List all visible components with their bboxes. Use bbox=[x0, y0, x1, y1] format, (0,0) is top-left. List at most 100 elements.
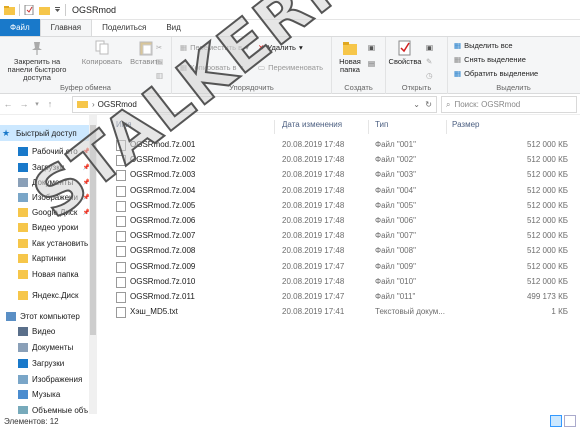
table-row[interactable]: OGSRmod.7z.007 20.08.2019 17:48 Файл "007"… bbox=[98, 229, 580, 244]
sidebar-item[interactable]: Новая папка bbox=[0, 266, 96, 282]
document-icon bbox=[18, 342, 28, 352]
back-button[interactable]: ← bbox=[0, 99, 16, 109]
sidebar-item[interactable]: Загрузки bbox=[0, 355, 96, 371]
tab-share[interactable]: Поделиться bbox=[92, 20, 156, 36]
sidebar-item[interactable]: Изображения bbox=[0, 371, 96, 387]
folder-icon bbox=[77, 99, 88, 110]
tab-home[interactable]: Главная bbox=[39, 19, 93, 36]
column-header-date[interactable]: Дата изменения bbox=[282, 120, 342, 135]
sidebar-item[interactable]: Загрузки 📌 bbox=[0, 159, 96, 175]
cell-name: OGSRmod.7z.011 bbox=[130, 292, 195, 301]
sidebar-item[interactable]: Документы bbox=[0, 339, 96, 355]
sidebar-item-label: Документы bbox=[32, 342, 74, 352]
cell-size: 512 000 КБ bbox=[526, 170, 568, 180]
sidebar-item[interactable]: Google Диск 📌 bbox=[0, 204, 96, 220]
cube-icon bbox=[18, 405, 28, 414]
column-header-name[interactable]: Имя bbox=[116, 120, 132, 135]
cell-type: Файл "010" bbox=[375, 276, 416, 286]
sidebar-item[interactable]: Музыка bbox=[0, 386, 96, 402]
chevron-down-icon[interactable]: ⌄ bbox=[413, 100, 420, 109]
create-group: Новая папка ▣ ▤ Создать bbox=[332, 37, 386, 94]
cell-type: Файл "001" bbox=[375, 140, 416, 149]
copy-to-button[interactable]: ▦ Копировать в ▾ bbox=[180, 63, 243, 72]
sidebar-item[interactable]: Объемные объ bbox=[0, 402, 96, 414]
address-bar-row: ← → ▾ ↑ › OGSRmod ⌄ ↻ ⌕ Поиск: OGSRmod bbox=[0, 94, 580, 115]
sidebar-item[interactable]: ★ Быстрый доступ bbox=[0, 125, 96, 141]
column-header-size[interactable]: Размер bbox=[452, 120, 480, 135]
select-all-button[interactable]: ▦ Выделить все bbox=[454, 41, 513, 50]
cell-size: 512 000 КБ bbox=[526, 216, 568, 225]
video-icon bbox=[18, 326, 28, 336]
table-row[interactable]: OGSRmod.7z.003 20.08.2019 17:48 Файл "003"… bbox=[98, 168, 580, 183]
sidebar-item[interactable]: Документы 📌 bbox=[0, 174, 96, 190]
search-input[interactable]: ⌕ Поиск: OGSRmod bbox=[441, 96, 577, 113]
cell-size: 512 000 КБ bbox=[526, 246, 568, 256]
cell-type: Файл "005" bbox=[375, 200, 416, 210]
sidebar-item[interactable]: Этот компьютер bbox=[0, 308, 96, 324]
address-bar[interactable]: › OGSRmod ⌄ ↻ bbox=[72, 96, 437, 113]
refresh-icon[interactable]: ↻ bbox=[425, 100, 432, 109]
computer-icon bbox=[6, 311, 16, 321]
table-row[interactable]: OGSRmod.7z.009 20.08.2019 17:47 Файл "009"… bbox=[98, 260, 580, 275]
sidebar-item[interactable]: Картинки bbox=[0, 250, 96, 266]
column-header-type[interactable]: Тип bbox=[375, 120, 388, 135]
copy-button[interactable]: Копировать bbox=[80, 40, 124, 66]
cell-type: Файл "004" bbox=[375, 185, 416, 195]
details-view-button[interactable] bbox=[550, 415, 562, 427]
move-to-button[interactable]: ▦ Переместить в ▾ bbox=[180, 43, 249, 52]
large-icons-view-button[interactable] bbox=[564, 415, 576, 427]
cell-size: 499 173 КБ bbox=[526, 292, 568, 301]
sidebar-item[interactable]: Видео уроки bbox=[0, 219, 96, 235]
desktop-icon bbox=[18, 146, 28, 156]
edit-button[interactable]: ✎ bbox=[426, 57, 432, 66]
table-row[interactable]: OGSRmod.7z.011 20.08.2019 17:47 Файл "011"… bbox=[98, 290, 580, 305]
tab-file[interactable]: Файл bbox=[0, 19, 40, 36]
sidebar-item[interactable]: Как установить bbox=[0, 235, 96, 251]
download-icon bbox=[18, 358, 28, 368]
tab-view[interactable]: Вид bbox=[156, 20, 190, 36]
new-item-button[interactable]: ▣ bbox=[368, 43, 375, 52]
table-row[interactable]: OGSRmod.7z.004 20.08.2019 17:48 Файл "004"… bbox=[98, 184, 580, 199]
customize-toolbar-icon[interactable] bbox=[54, 5, 61, 15]
new-folder-icon[interactable] bbox=[39, 5, 50, 15]
table-row[interactable]: OGSRmod.7z.006 20.08.2019 17:48 Файл "006"… bbox=[98, 214, 580, 229]
forward-button[interactable]: → bbox=[16, 99, 32, 109]
properties-button[interactable]: Свойства bbox=[388, 40, 422, 66]
nav-scrollbar[interactable] bbox=[89, 115, 97, 414]
cell-date: 20.08.2019 17:48 bbox=[282, 246, 345, 256]
sidebar-item[interactable]: Изображени 📌 bbox=[0, 189, 96, 205]
invert-selection-button[interactable]: ▦ Обратить выделение bbox=[454, 69, 538, 78]
document-icon bbox=[18, 177, 28, 187]
table-row[interactable]: OGSRmod.7z.010 20.08.2019 17:48 Файл "010"… bbox=[98, 275, 580, 290]
sidebar-item-label: Загрузки bbox=[32, 358, 65, 368]
sidebar-item[interactable]: Видео bbox=[0, 323, 96, 339]
pin-quick-access-button[interactable]: Закрепить на панели быстрого доступа bbox=[4, 40, 70, 82]
organize-group-label: Упорядочить bbox=[229, 83, 274, 92]
table-row[interactable]: OGSRmod.7z.005 20.08.2019 17:48 Файл "005"… bbox=[98, 199, 580, 214]
open-button[interactable]: ▣ bbox=[426, 43, 433, 52]
properties-icon[interactable] bbox=[24, 4, 35, 15]
sidebar-item[interactable]: Рабочий сто 📌 bbox=[0, 143, 96, 159]
delete-button[interactable]: ✕ Удалить ▾ bbox=[258, 43, 303, 52]
copy-path-button[interactable]: ▤ bbox=[156, 57, 163, 66]
rename-button[interactable]: ▭ Переименовать bbox=[258, 63, 323, 72]
history-button[interactable]: ◷ bbox=[426, 71, 433, 80]
table-row[interactable]: OGSRmod.7z.008 20.08.2019 17:48 Файл "008"… bbox=[98, 244, 580, 259]
new-folder-button[interactable]: Новая папка bbox=[334, 40, 366, 74]
breadcrumb[interactable]: OGSRmod bbox=[98, 100, 137, 109]
table-row[interactable]: OGSRmod.7z.002 20.08.2019 17:48 Файл "002"… bbox=[98, 153, 580, 168]
paste-shortcut-button[interactable]: ▥ bbox=[156, 71, 163, 80]
sidebar-item[interactable]: Яндекс.Диск bbox=[0, 287, 96, 303]
easy-access-button[interactable]: ▤ bbox=[368, 59, 375, 68]
nav-scrollbar-thumb[interactable] bbox=[90, 125, 96, 335]
cut-button[interactable]: ✂ bbox=[156, 43, 162, 52]
status-bar: Элементов: 12 bbox=[0, 414, 580, 429]
table-row[interactable]: Хэш_MD5.txt 20.08.2019 17:41 Текстовый док… bbox=[98, 305, 580, 320]
up-button[interactable]: ↑ bbox=[42, 99, 58, 109]
paste-icon bbox=[139, 40, 153, 58]
table-row[interactable]: OGSRmod.7z.001 20.08.2019 17:48 Файл "001"… bbox=[98, 138, 580, 153]
chevron-right-icon: › bbox=[92, 100, 95, 109]
recent-locations-button[interactable]: ▾ bbox=[32, 100, 42, 108]
deselect-button[interactable]: ▦ Снять выделение bbox=[454, 55, 526, 64]
title-bar: OGSRmod bbox=[0, 0, 580, 20]
